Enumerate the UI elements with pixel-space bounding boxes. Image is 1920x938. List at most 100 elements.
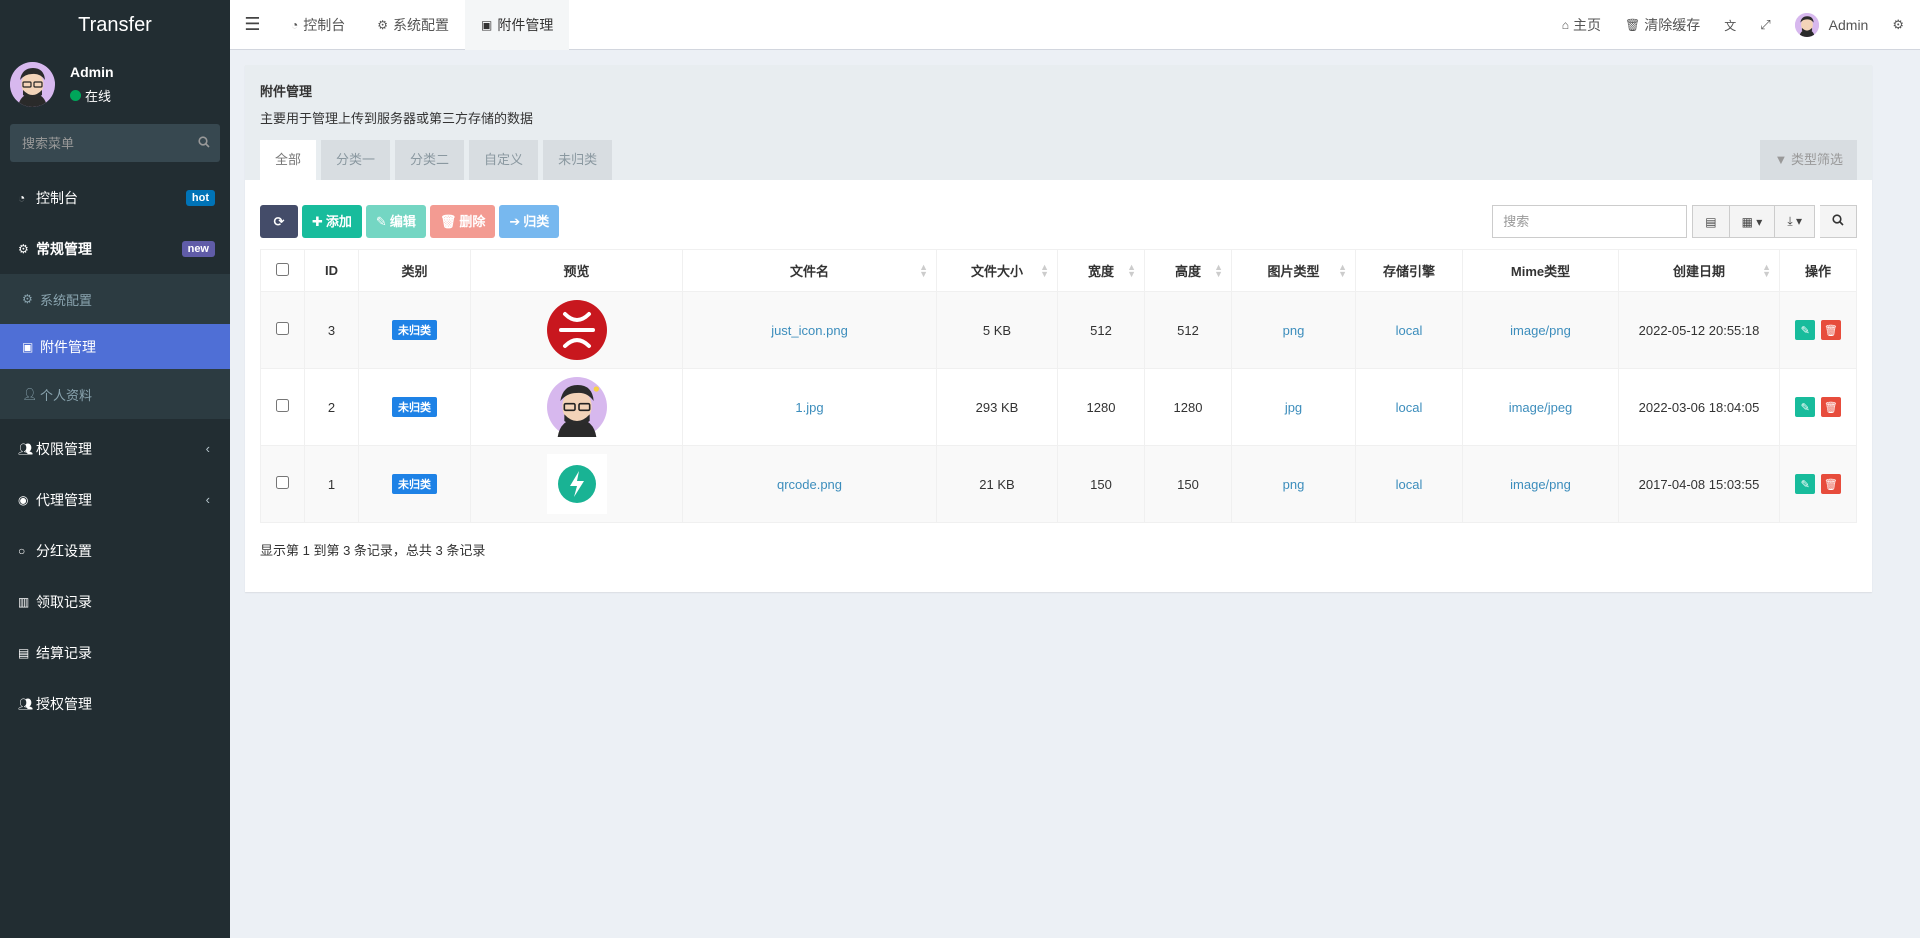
row-checkbox[interactable] [276, 476, 289, 489]
sort-icon: ▲ ▼ [1127, 261, 1136, 279]
dashboard-icon: ◔ [291, 17, 299, 32]
sort-icon: ▲ ▼ [1040, 261, 1049, 279]
sidebar-item-claims[interactable]: ▥ 领取记录 [0, 576, 230, 627]
sidebar-item-system-config[interactable]: ⚙ 系统配置 [0, 274, 230, 324]
category-badge[interactable]: 未归类 [392, 397, 437, 417]
table-search-input[interactable] [1492, 205, 1688, 238]
imagetype-link[interactable]: png [1283, 323, 1305, 338]
preview-thumbnail[interactable] [546, 300, 607, 360]
col-height[interactable]: 高度 ▲ ▼ [1144, 249, 1232, 292]
mime-link[interactable]: image/png [1510, 323, 1571, 338]
pencil-icon: ✎ [1800, 324, 1810, 337]
refresh-button[interactable]: ⟳ [260, 205, 298, 238]
sidebar-item-authorization[interactable]: 👥︎ 授权管理 [0, 678, 230, 729]
cell-height: 512 [1144, 291, 1232, 369]
col-created[interactable]: 创建日期 ▲ ▼ [1618, 249, 1780, 292]
sidebar-item-dividend[interactable]: ○ 分红设置 [0, 525, 230, 576]
fullscreen-button[interactable]: ⤢ [1748, 0, 1782, 50]
storage-link[interactable]: local [1396, 477, 1423, 492]
cell-height: 150 [1144, 445, 1232, 523]
settings-button[interactable]: ⚙ [1880, 0, 1920, 50]
cell-filesize: 293 KB [936, 368, 1058, 446]
row-checkbox[interactable] [276, 399, 289, 412]
category-badge[interactable]: 未归类 [392, 320, 437, 340]
sidebar-item-dashboard[interactable]: ◔ 控制台 hot [0, 172, 230, 223]
tab-unclassified[interactable]: 未归类 [543, 140, 613, 180]
col-imagetype[interactable]: 图片类型 ▲ ▼ [1231, 249, 1356, 292]
edit-label: 编辑 [389, 214, 416, 229]
cell-preview [470, 445, 683, 523]
select-all-checkbox[interactable] [276, 262, 289, 276]
sidebar-item-agents[interactable]: ◉ 代理管理 ‹ [0, 474, 230, 525]
row-delete-button[interactable]: 🗑︎ [1820, 320, 1841, 340]
mime-link[interactable]: image/png [1510, 477, 1571, 492]
row-delete-button[interactable]: 🗑︎ [1820, 474, 1841, 494]
tab-system-config[interactable]: ⚙ 系统配置 [361, 0, 465, 50]
language-button[interactable]: 文 [1712, 0, 1748, 50]
mime-link[interactable]: image/jpeg [1509, 400, 1573, 415]
user-menu[interactable]: Admin [1783, 0, 1881, 50]
classify-button[interactable]: ➔ 归类 [499, 205, 560, 238]
filename-link[interactable]: just_icon.png [771, 323, 848, 338]
cell-filename: qrcode.png [682, 445, 937, 523]
cell-created: 2022-03-06 18:04:05 [1618, 368, 1780, 446]
tab-category-1[interactable]: 分类一 [321, 140, 391, 180]
storage-link[interactable]: local [1396, 323, 1423, 338]
row-checkbox[interactable] [276, 322, 289, 335]
row-delete-button[interactable]: 🗑︎ [1820, 397, 1841, 417]
app-logo[interactable]: Transfer [0, 0, 230, 50]
add-button[interactable]: ✚ 添加 [302, 205, 362, 238]
toggle-view-button[interactable]: ▤ [1692, 205, 1730, 238]
col-filename[interactable]: 文件名 ▲ ▼ [682, 249, 937, 292]
add-label: 添加 [325, 214, 352, 229]
col-id[interactable]: ID [304, 249, 359, 292]
sidebar-item-label: 权限管理 [36, 440, 92, 457]
col-width[interactable]: 宽度 ▲ ▼ [1057, 249, 1145, 292]
home-link[interactable]: ⌂ 主页 [1550, 0, 1613, 50]
row-edit-button[interactable]: ✎ [1795, 474, 1816, 494]
search-icon[interactable] [198, 135, 210, 151]
sidebar-item-permissions[interactable]: 👥︎ 权限管理 ‹ [0, 423, 230, 474]
cell-category: 未归类 [358, 445, 471, 523]
advanced-search-button[interactable] [1820, 205, 1857, 238]
sidebar-item-attachments[interactable]: ▣ 附件管理 [0, 324, 230, 369]
sidebar-search-input[interactable] [22, 135, 198, 151]
col-filesize[interactable]: 文件大小 ▲ ▼ [936, 249, 1058, 292]
cell-mime: image/png [1462, 445, 1619, 523]
type-filter-button[interactable]: ▼ 类型筛选 [1760, 140, 1857, 180]
preview-thumbnail[interactable] [546, 454, 607, 514]
filter-label: 类型筛选 [1790, 152, 1843, 167]
preview-thumbnail[interactable] [546, 377, 607, 437]
imagetype-link[interactable]: png [1283, 477, 1305, 492]
attachments-table: ID 类别 预览 文件名 ▲ ▼ 文件大小 ▲ ▼ 宽度 ▲ ▼ 高度 ▲ ▼ 图片类型 ▲ ▼ 存… [260, 249, 1857, 523]
export-button[interactable]: ⤓ ▾ [1775, 205, 1815, 238]
sort-icon: ▲ ▼ [1762, 261, 1771, 279]
tab-all[interactable]: 全部 [260, 140, 317, 180]
tab-attachments[interactable]: ▣ 附件管理 [465, 0, 570, 50]
imagetype-link[interactable]: jpg [1285, 400, 1302, 415]
sidebar-item-general[interactable]: ⚙ 常规管理 new [0, 223, 230, 274]
fullscreen-icon: ⤢ [1760, 17, 1771, 32]
cell-id: 3 [304, 291, 359, 369]
filename-link[interactable]: qrcode.png [777, 477, 842, 492]
filename-link[interactable]: 1.jpg [795, 400, 823, 415]
hot-badge: hot [185, 189, 215, 206]
dashboard-icon: ◔ [18, 190, 26, 205]
sidebar-item-profile[interactable]: 👤︎ 个人资料 [0, 369, 230, 419]
columns-button[interactable]: ▦ ▾ [1729, 205, 1776, 238]
row-edit-button[interactable]: ✎ [1795, 397, 1816, 417]
row-edit-button[interactable]: ✎ [1795, 320, 1816, 340]
tab-dashboard[interactable]: ◔ 控制台 [275, 0, 361, 50]
delete-button[interactable]: 🗑︎ 删除 [429, 205, 496, 238]
col-created-label: 创建日期 [1672, 264, 1725, 279]
clear-cache-button[interactable]: 🗑︎ 清除缓存 [1613, 0, 1712, 50]
tab-category-2[interactable]: 分类二 [395, 140, 465, 180]
sort-icon: ▲ ▼ [1338, 261, 1347, 279]
page-description: 主要用于管理上传到服务器或第三方存储的数据 [260, 111, 534, 126]
menu-toggle-icon[interactable]: ☰ [230, 0, 275, 50]
sidebar-item-settlements[interactable]: ▤ 结算记录 [0, 627, 230, 678]
category-badge[interactable]: 未归类 [392, 474, 437, 494]
tab-custom[interactable]: 自定义 [469, 140, 539, 180]
edit-button[interactable]: ✎ 编辑 [365, 205, 426, 238]
storage-link[interactable]: local [1396, 400, 1423, 415]
